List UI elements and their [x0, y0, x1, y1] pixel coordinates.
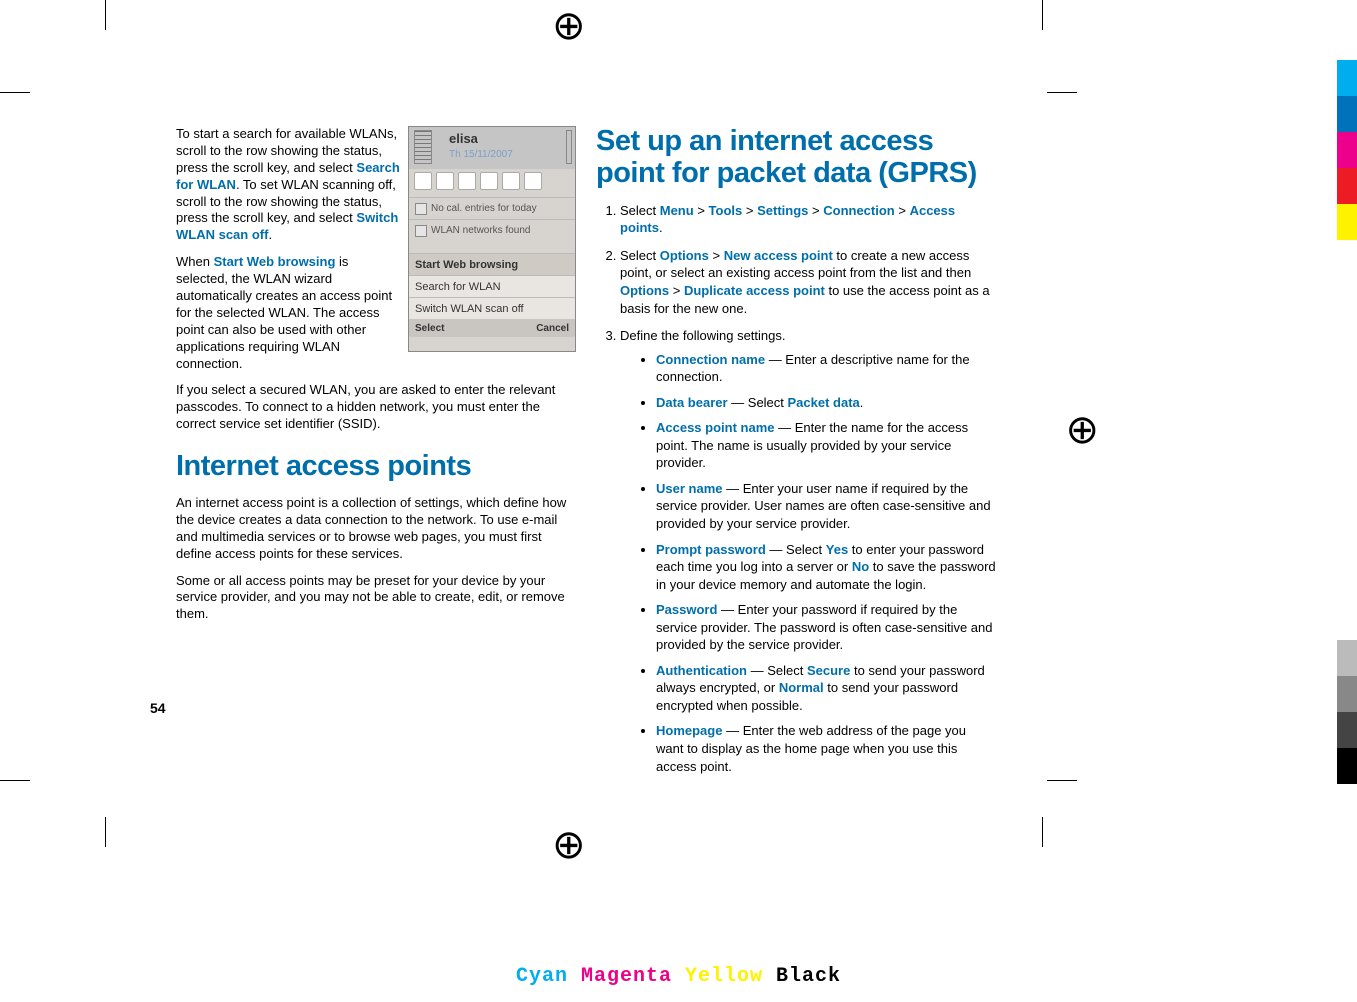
list-item: Prompt password — Select Yes to enter yo…: [656, 541, 996, 594]
list-item: Access point name — Enter the name for t…: [656, 419, 996, 472]
left-column: elisa Th 15/11/2007 No cal. entries for …: [176, 126, 576, 785]
calendar-icon: [415, 203, 427, 215]
phone-date: Th 15/11/2007: [449, 149, 513, 160]
phone-menu-item: Switch WLAN scan off: [409, 297, 575, 319]
setting-name: Data bearer: [656, 395, 728, 410]
phone-operator: elisa: [449, 131, 478, 146]
ui-term: No: [852, 559, 869, 574]
cmyk-label: Cyan Magenta Yellow Black: [516, 965, 841, 988]
app-icon: [480, 172, 498, 190]
section-heading: Internet access points: [176, 451, 576, 483]
setting-name: Prompt password: [656, 542, 766, 557]
softkey-right: Cancel: [536, 323, 569, 334]
ui-term: Duplicate access point: [684, 283, 825, 298]
softkey-left: Select: [415, 323, 444, 334]
list-item: Select Options > New access point to cre…: [620, 247, 996, 317]
ui-term: Settings: [757, 203, 808, 218]
phone-softkeys: Select Cancel: [409, 319, 575, 337]
cmyk-cyan: Cyan: [516, 965, 568, 988]
registration-mark-icon: ⊕: [552, 6, 586, 46]
ui-term: Menu: [660, 203, 694, 218]
body-text: If you select a secured WLAN, you are as…: [176, 382, 576, 433]
ui-term: Start Web browsing: [214, 254, 336, 269]
app-icon: [414, 172, 432, 190]
setting-name: Homepage: [656, 723, 722, 738]
app-icon: [524, 172, 542, 190]
list-item: Select Menu > Tools > Settings > Connect…: [620, 202, 996, 237]
setting-name: Access point name: [656, 420, 775, 435]
app-icon: [502, 172, 520, 190]
phone-screenshot: elisa Th 15/11/2007 No cal. entries for …: [408, 126, 576, 352]
wlan-icon: [415, 225, 427, 237]
page-content: elisa Th 15/11/2007 No cal. entries for …: [176, 126, 1016, 785]
section-heading: Set up an internet access point for pack…: [596, 126, 996, 190]
color-calibration-bars: [1337, 640, 1357, 784]
cmyk-yellow: Yellow: [685, 965, 763, 988]
cmyk-magenta: Magenta: [581, 965, 672, 988]
ui-term: Tools: [709, 203, 743, 218]
ui-term: New access point: [724, 248, 833, 263]
color-calibration-bars: [1337, 60, 1357, 240]
page-number: 54: [150, 700, 166, 716]
steps-list: Select Menu > Tools > Settings > Connect…: [596, 202, 996, 775]
ui-term: Packet data: [788, 395, 860, 410]
right-column: Set up an internet access point for pack…: [596, 126, 996, 785]
phone-menu-item: Start Web browsing: [409, 253, 575, 275]
app-icon: [436, 172, 454, 190]
phone-row-text: WLAN networks found: [431, 225, 531, 236]
phone-menu-item: Search for WLAN: [409, 275, 575, 297]
app-icon: [458, 172, 476, 190]
registration-mark-icon: ⊕: [552, 825, 586, 865]
phone-icon-row: [409, 169, 575, 197]
phone-calendar-row: No cal. entries for today: [409, 197, 575, 219]
setting-name: Password: [656, 602, 717, 617]
phone-wlan-row: WLAN networks found: [409, 219, 575, 241]
setting-name: User name: [656, 481, 722, 496]
list-item: Authentication — Select Secure to send y…: [656, 662, 996, 715]
phone-row-text: No cal. entries for today: [431, 203, 537, 214]
cmyk-black: Black: [776, 965, 841, 988]
ui-term: Yes: [826, 542, 848, 557]
body-text: Some or all access points may be preset …: [176, 573, 576, 624]
ui-term: Options: [620, 283, 669, 298]
list-item: Data bearer — Select Packet data.: [656, 394, 996, 412]
list-item: Password — Enter your password if requir…: [656, 601, 996, 654]
ui-term: Connection: [823, 203, 895, 218]
registration-mark-icon: ⊕: [1065, 410, 1099, 450]
list-item: Connection name — Enter a descriptive na…: [656, 351, 996, 386]
ui-term: Normal: [779, 680, 824, 695]
list-item: Homepage — Enter the web address of the …: [656, 722, 996, 775]
battery-icon: [566, 130, 572, 164]
setting-name: Authentication: [656, 663, 747, 678]
phone-popup-menu: Start Web browsing Search for WLAN Switc…: [409, 253, 575, 319]
ui-term: Options: [660, 248, 709, 263]
ui-term: Secure: [807, 663, 850, 678]
signal-icon: [414, 130, 432, 164]
setting-name: Connection name: [656, 352, 765, 367]
list-item: Define the following settings. Connectio…: [620, 327, 996, 775]
list-item: User name — Enter your user name if requ…: [656, 480, 996, 533]
settings-bullets: Connection name — Enter a descriptive na…: [620, 351, 996, 775]
body-text: An internet access point is a collection…: [176, 495, 576, 563]
